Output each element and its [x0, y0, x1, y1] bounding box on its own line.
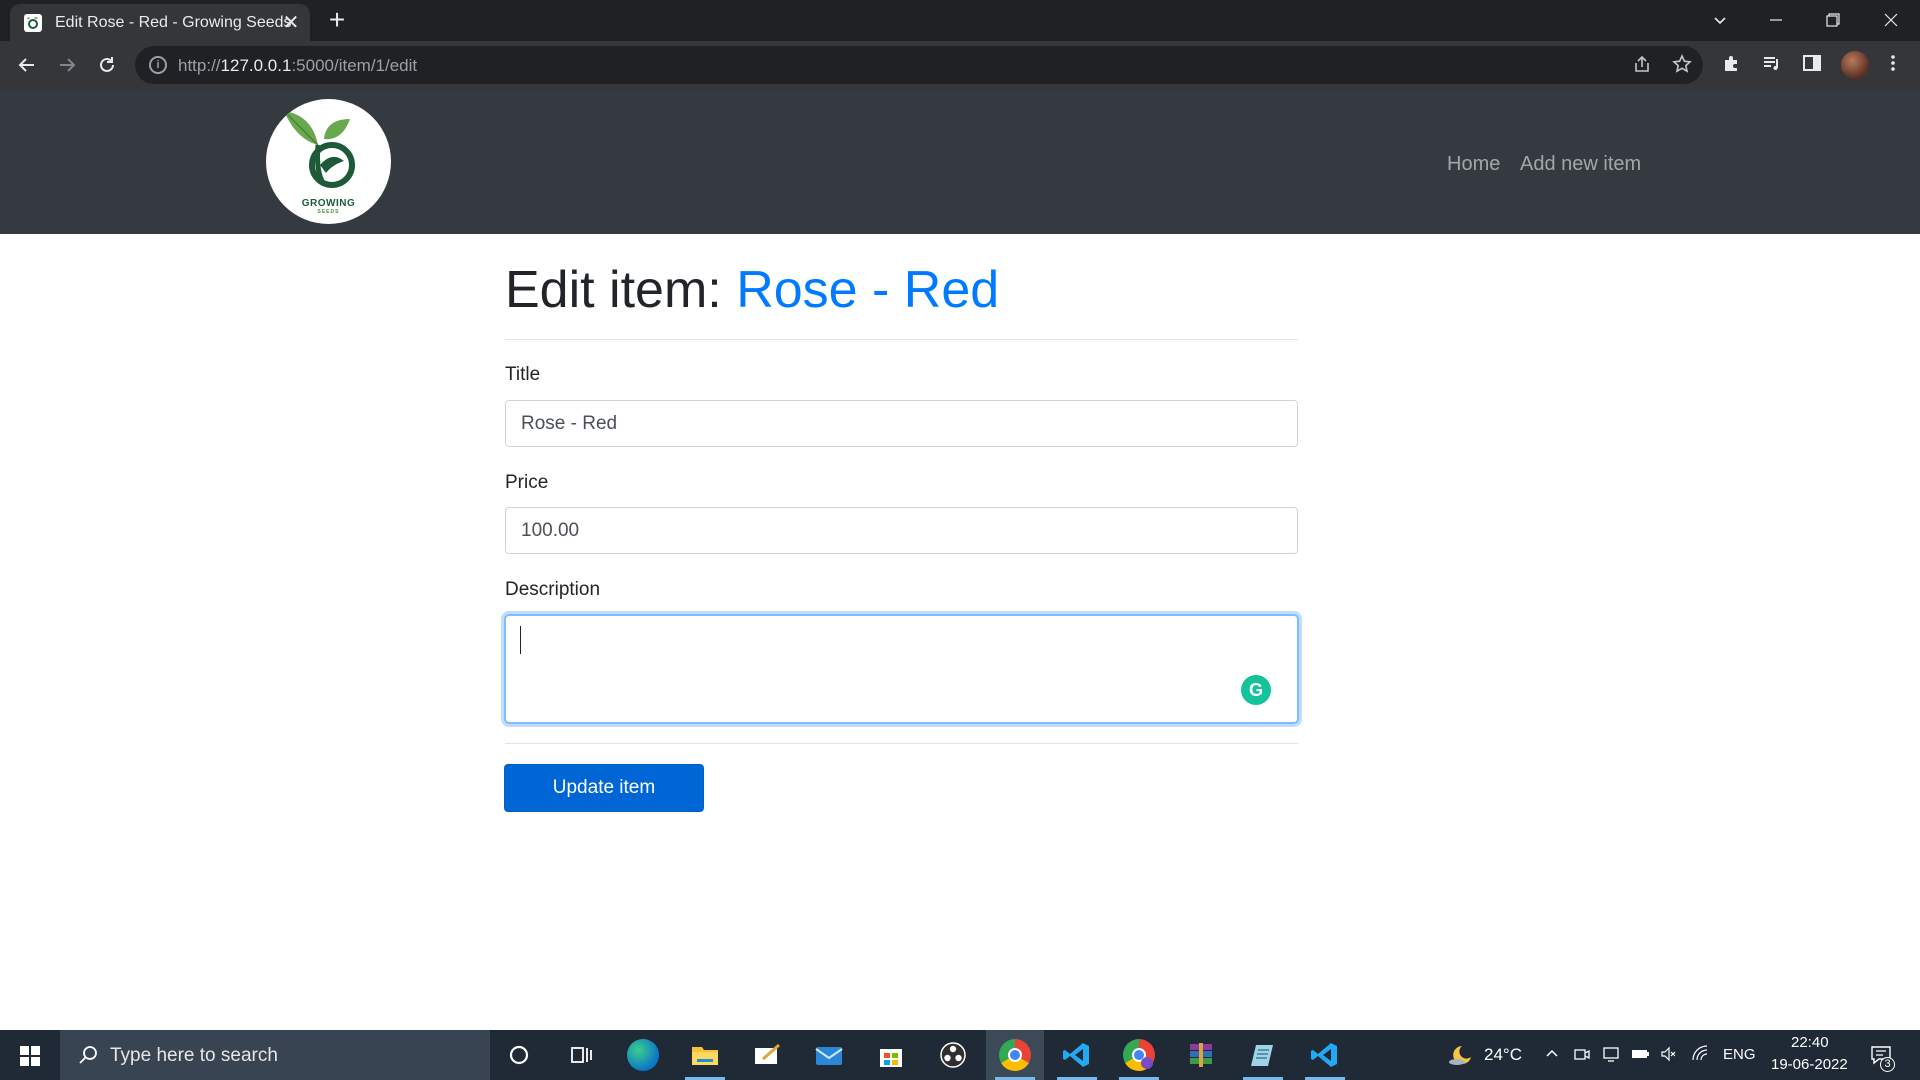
side-panel-icon[interactable] — [1800, 53, 1824, 77]
clock-date[interactable]: 19-06-2022 — [1771, 1056, 1848, 1073]
title-input[interactable] — [505, 400, 1298, 447]
address-bar[interactable]: i http://127.0.0.1:5000/item/1/edit — [135, 46, 1703, 84]
site-navbar: GROWING SEEDS Home Add new item — [0, 89, 1920, 234]
windows-taskbar: Type here to search 24°C ENG 22:40 19-06… — [0, 1030, 1920, 1080]
site-logo[interactable]: GROWING SEEDS — [266, 99, 391, 224]
close-window-icon[interactable] — [1871, 4, 1911, 36]
nav-link-home[interactable]: Home — [1447, 153, 1500, 176]
browser-tab-strip: Edit Rose - Red - Growing Seeds ✕ + — [0, 0, 1920, 41]
grammarly-icon[interactable]: G — [1241, 675, 1271, 705]
microsoft-store-icon[interactable] — [875, 1039, 907, 1071]
extensions-icon[interactable] — [1720, 53, 1744, 77]
volume-muted-icon[interactable] — [1659, 1045, 1679, 1065]
obs-studio-icon[interactable] — [937, 1039, 969, 1071]
taskbar-search[interactable]: Type here to search — [60, 1030, 490, 1080]
page-title-prefix: Edit item: — [505, 261, 722, 319]
cortana-icon[interactable] — [503, 1039, 535, 1071]
profile-avatar[interactable] — [1841, 51, 1869, 79]
bookmark-star-icon[interactable] — [1671, 54, 1693, 76]
price-label: Price — [505, 472, 549, 493]
form-divider — [505, 743, 1298, 744]
page-title: Edit item: Rose - Red — [505, 260, 999, 320]
url-scheme: http:// — [178, 56, 221, 75]
restore-icon[interactable] — [1813, 4, 1853, 36]
media-queue-icon[interactable] — [1760, 53, 1784, 77]
text-caret — [520, 626, 521, 654]
vscode-icon[interactable] — [1061, 1039, 1093, 1071]
language-indicator[interactable]: ENG — [1723, 1046, 1756, 1063]
chrome-icon[interactable] — [999, 1039, 1031, 1071]
edge-browser-icon[interactable] — [627, 1039, 659, 1071]
snipping-tool-icon[interactable] — [751, 1039, 783, 1071]
wifi-icon[interactable] — [1690, 1045, 1710, 1065]
display-icon[interactable] — [1601, 1045, 1621, 1065]
new-tab-button[interactable]: + — [323, 6, 351, 34]
share-icon[interactable] — [1631, 54, 1653, 76]
tab-close-icon[interactable]: ✕ — [281, 13, 301, 33]
meet-now-icon[interactable] — [1572, 1045, 1592, 1065]
windows-logo-icon — [20, 1046, 40, 1066]
clock-time[interactable]: 22:40 — [1791, 1034, 1829, 1051]
show-hidden-icons-chevron-icon[interactable] — [1542, 1045, 1562, 1065]
tab-search-icon[interactable] — [1700, 4, 1740, 36]
url-path: :5000/item/1/edit — [291, 56, 418, 75]
site-info-icon[interactable]: i — [149, 56, 167, 74]
browser-tab[interactable]: Edit Rose - Red - Growing Seeds ✕ — [10, 4, 310, 41]
notepad-icon[interactable] — [1247, 1039, 1279, 1071]
title-label: Title — [505, 364, 541, 385]
logo-subtext: SEEDS — [317, 209, 340, 215]
winrar-icon[interactable] — [1185, 1039, 1217, 1071]
forward-icon[interactable] — [51, 49, 83, 81]
menu-kebab-icon[interactable] — [1881, 53, 1905, 77]
task-view-icon[interactable] — [565, 1039, 597, 1071]
favicon-icon — [24, 14, 42, 32]
price-input[interactable] — [505, 507, 1298, 554]
tab-title: Edit Rose - Red - Growing Seeds — [55, 14, 292, 31]
mail-icon[interactable] — [813, 1039, 845, 1071]
page-title-item-name: Rose - Red — [736, 261, 1000, 319]
heading-divider — [505, 339, 1298, 340]
description-label: Description — [505, 579, 601, 600]
logo-text: GROWING — [301, 198, 356, 209]
browser-toolbar: i http://127.0.0.1:5000/item/1/edit — [0, 41, 1920, 89]
chrome-profile-icon[interactable] — [1123, 1039, 1155, 1071]
update-item-button[interactable]: Update item — [504, 764, 704, 812]
start-button[interactable] — [0, 1030, 58, 1080]
weather-moon-icon[interactable] — [1448, 1043, 1474, 1067]
vscode-second-icon[interactable] — [1309, 1039, 1341, 1071]
minimize-icon[interactable] — [1756, 4, 1796, 36]
battery-icon[interactable] — [1630, 1045, 1650, 1065]
search-placeholder: Type here to search — [110, 1045, 278, 1066]
search-icon — [78, 1044, 100, 1066]
url-host: 127.0.0.1 — [220, 56, 292, 75]
notification-count-badge: 3 — [1880, 1057, 1895, 1072]
reload-icon[interactable] — [91, 49, 123, 81]
back-icon[interactable] — [11, 49, 43, 81]
url-text: http://127.0.0.1:5000/item/1/edit — [178, 56, 417, 76]
file-explorer-icon[interactable] — [689, 1039, 721, 1071]
nav-link-add-new-item[interactable]: Add new item — [1520, 153, 1641, 176]
weather-temperature[interactable]: 24°C — [1484, 1045, 1522, 1065]
description-textarea[interactable] — [504, 614, 1299, 724]
